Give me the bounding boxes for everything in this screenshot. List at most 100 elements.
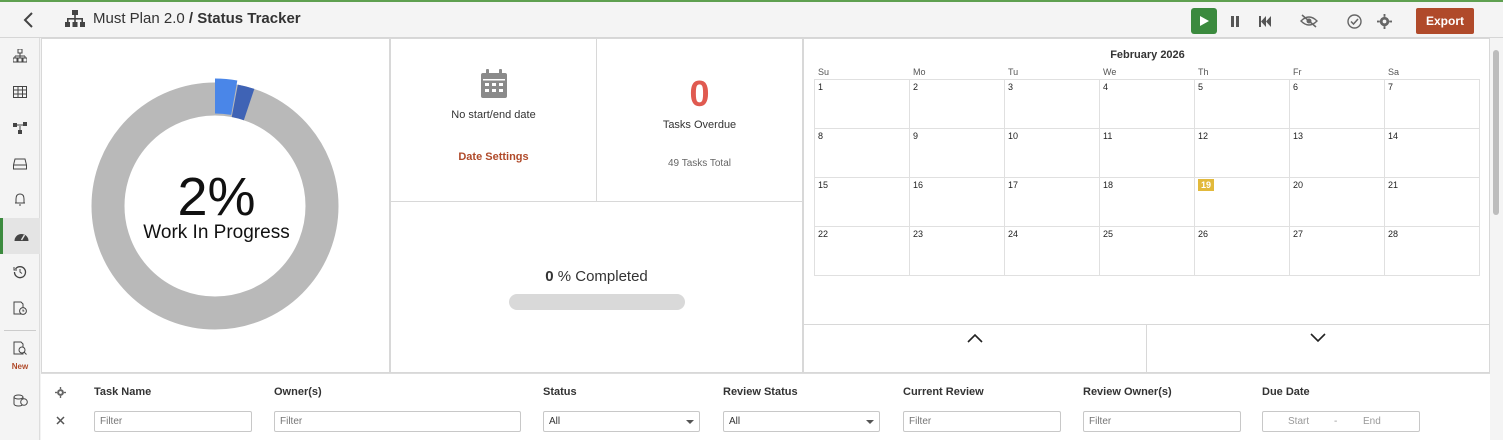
calendar-day-number: 13 xyxy=(1293,131,1304,141)
export-button[interactable]: Export xyxy=(1416,8,1474,34)
completion-progress-bar xyxy=(509,294,685,310)
calendar-day-cell[interactable]: 20 xyxy=(1289,177,1385,227)
chevron-up-icon xyxy=(967,333,983,343)
progress-donut-panel: 2% Work In Progress xyxy=(41,38,390,373)
current-review-filter[interactable] xyxy=(903,411,1061,432)
calendar-day-cell[interactable]: 14 xyxy=(1384,128,1480,178)
calendar-day-cell[interactable]: 12 xyxy=(1194,128,1290,178)
page-title: Must Plan 2.0 / Status Tracker xyxy=(93,10,301,27)
calendar-day-number: 23 xyxy=(913,229,924,239)
column-header-task-name[interactable]: Task Name xyxy=(94,386,151,398)
calendar-day-cell[interactable]: 11 xyxy=(1099,128,1195,178)
settings-button[interactable] xyxy=(1371,8,1397,34)
calendar-day-number: 8 xyxy=(818,131,824,141)
progress-percent: 2% xyxy=(177,167,256,227)
calendar-day-cell[interactable]: 19 xyxy=(1194,177,1290,227)
calendar-next-button[interactable] xyxy=(1146,324,1490,373)
calendar-day-cell[interactable]: 9 xyxy=(909,128,1005,178)
page-scrollbar[interactable] xyxy=(1490,38,1503,440)
sidebar-item-flow[interactable] xyxy=(0,110,40,146)
check-circle-icon xyxy=(1346,13,1362,29)
calendar-day-cell[interactable]: 5 xyxy=(1194,79,1290,129)
calendar-weekday-tu: Tu xyxy=(1008,67,1019,77)
calendar-day-cell[interactable]: 2 xyxy=(909,79,1005,129)
doc-clock-icon xyxy=(13,301,27,315)
calendar-day-cell[interactable]: 4 xyxy=(1099,79,1195,129)
skip-back-icon xyxy=(1259,15,1271,27)
status-filter-value: All xyxy=(549,416,561,427)
status-filter-select[interactable]: All xyxy=(543,411,700,432)
sidebar-item-doc-schedule[interactable] xyxy=(0,290,40,326)
calendar-day-number: 5 xyxy=(1198,82,1204,92)
calendar-day-cell[interactable]: 25 xyxy=(1099,226,1195,276)
clear-filters-icon[interactable] xyxy=(56,416,65,425)
column-header-review-status[interactable]: Review Status xyxy=(723,386,798,398)
calendar-day-number: 14 xyxy=(1388,131,1399,141)
due-date-range-filter[interactable]: Start - End xyxy=(1262,411,1420,432)
calendar-day-cell[interactable]: 17 xyxy=(1004,177,1100,227)
calendar-day-cell[interactable]: 1 xyxy=(814,79,910,129)
column-header-owners[interactable]: Owner(s) xyxy=(274,386,322,398)
calendar-day-cell[interactable]: 24 xyxy=(1004,226,1100,276)
column-header-current-review[interactable]: Current Review xyxy=(903,386,984,398)
calendar-day-cell[interactable]: 16 xyxy=(909,177,1005,227)
calendar-day-cell[interactable]: 21 xyxy=(1384,177,1480,227)
calendar-day-number: 9 xyxy=(913,131,919,141)
play-button[interactable] xyxy=(1191,8,1217,34)
column-settings-icon[interactable] xyxy=(55,387,66,398)
calendar-day-cell[interactable]: 3 xyxy=(1004,79,1100,129)
calendar-day-cell[interactable]: 18 xyxy=(1099,177,1195,227)
sidebar-item-table[interactable] xyxy=(0,74,40,110)
calendar-day-number: 12 xyxy=(1198,131,1209,141)
sidebar-item-notifications[interactable] xyxy=(0,182,40,218)
calendar-day-number: 1 xyxy=(818,82,824,92)
chevron-down-icon xyxy=(1310,333,1326,343)
completed-value: 0 xyxy=(545,268,554,285)
page-name: Status Tracker xyxy=(197,10,301,27)
calendar-day-number: 10 xyxy=(1008,131,1019,141)
calendar-weekday-sa: Sa xyxy=(1388,67,1400,77)
new-badge: New xyxy=(11,362,29,371)
no-date-label: No start/end date xyxy=(451,109,536,121)
sidebar-item-dashboard[interactable] xyxy=(0,218,40,254)
back-arrow-icon[interactable] xyxy=(20,11,38,29)
date-panel: No start/end date Date Settings xyxy=(390,38,597,202)
history-icon xyxy=(13,266,27,279)
calendar-day-cell[interactable]: 15 xyxy=(814,177,910,227)
scrollbar-thumb[interactable] xyxy=(1493,50,1499,215)
calendar-day-cell[interactable]: 27 xyxy=(1289,226,1385,276)
column-header-due-date[interactable]: Due Date xyxy=(1262,386,1310,398)
calendar-prev-button[interactable] xyxy=(803,324,1147,373)
sidebar-item-new-feature[interactable] xyxy=(0,330,40,366)
flow-icon xyxy=(13,122,27,134)
approve-button[interactable] xyxy=(1341,8,1367,34)
sidebar-item-hierarchy[interactable] xyxy=(0,38,40,74)
calendar-day-cell[interactable]: 6 xyxy=(1289,79,1385,129)
calendar-day-cell[interactable]: 23 xyxy=(909,226,1005,276)
calendar-day-cell[interactable]: 10 xyxy=(1004,128,1100,178)
calendar-day-cell[interactable]: 22 xyxy=(814,226,910,276)
calendar-day-cell[interactable]: 28 xyxy=(1384,226,1480,276)
task-name-filter[interactable] xyxy=(94,411,252,432)
completed-text: 0 % Completed xyxy=(391,268,802,285)
calendar-day-cell[interactable]: 26 xyxy=(1194,226,1290,276)
review-owners-filter[interactable] xyxy=(1083,411,1241,432)
sidebar-item-inbox[interactable] xyxy=(0,146,40,182)
hide-button[interactable] xyxy=(1296,8,1322,34)
date-settings-link[interactable]: Date Settings xyxy=(391,151,596,163)
due-date-start[interactable]: Start xyxy=(1288,416,1309,427)
calendar-day-cell[interactable]: 8 xyxy=(814,128,910,178)
column-header-status[interactable]: Status xyxy=(543,386,577,398)
sidebar-item-history[interactable] xyxy=(0,254,40,290)
sidebar-item-db-share[interactable] xyxy=(0,382,40,418)
owners-filter[interactable] xyxy=(274,411,521,432)
column-header-review-owners[interactable]: Review Owner(s) xyxy=(1083,386,1172,398)
rewind-button[interactable] xyxy=(1252,8,1278,34)
calendar-icon xyxy=(481,69,507,98)
pause-button[interactable] xyxy=(1222,8,1248,34)
due-date-end[interactable]: End xyxy=(1363,416,1381,427)
calendar-day-cell[interactable]: 7 xyxy=(1384,79,1480,129)
calendar-day-cell[interactable]: 13 xyxy=(1289,128,1385,178)
overdue-panel: 0 Tasks Overdue 49 Tasks Total xyxy=(596,38,803,202)
review-status-filter-select[interactable]: All xyxy=(723,411,880,432)
